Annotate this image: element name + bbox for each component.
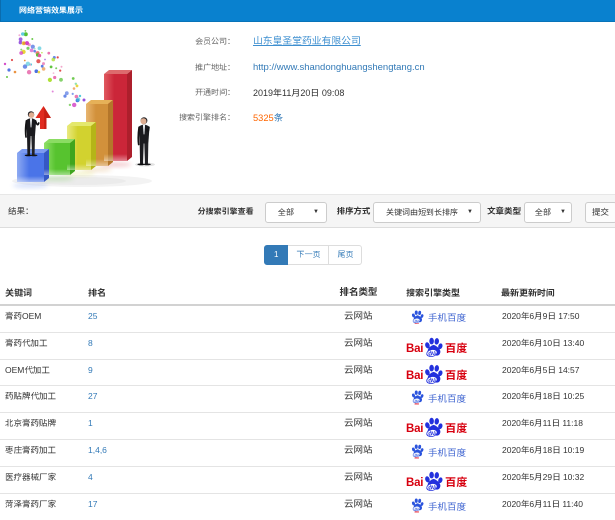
- svg-text:du: du: [414, 453, 419, 458]
- svg-text:du: du: [414, 318, 419, 323]
- svg-text:du: du: [428, 376, 437, 384]
- svg-text:du: du: [428, 430, 437, 438]
- svg-text:du: du: [414, 507, 419, 512]
- svg-text:du: du: [428, 349, 437, 357]
- svg-text:du: du: [414, 399, 419, 404]
- svg-text:du: du: [428, 484, 437, 492]
